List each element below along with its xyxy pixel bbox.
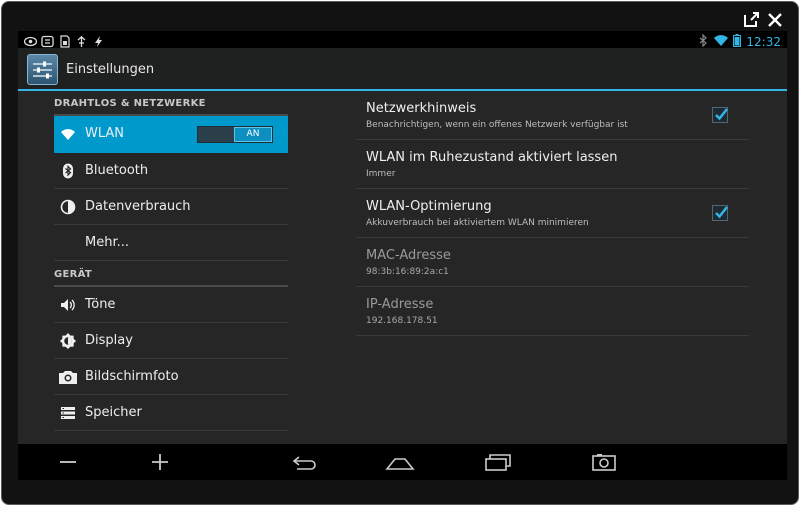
sidebar-item-bluetooth[interactable]: Bluetooth: [54, 153, 288, 189]
sidebar-item-label: Mehr...: [85, 235, 130, 250]
setting-subtitle: 192.168.178.51: [366, 316, 438, 326]
settings-sliders-icon[interactable]: [27, 54, 58, 85]
setting-subtitle: Immer: [366, 169, 396, 179]
navigation-bar: [18, 444, 787, 480]
section-header-wireless: DRAHTLOS & NETZWERKE: [54, 98, 206, 109]
sidebar-item-more[interactable]: Mehr...: [54, 225, 288, 261]
setting-subtitle: Benachrichtigen, wenn ein offenes Netzwe…: [366, 120, 628, 130]
sidebar-item-label: Bluetooth: [85, 163, 149, 178]
setting-subtitle: 98:3b:16:89:2a:c1: [366, 267, 449, 277]
sidebar-item-screenshot[interactable]: Bildschirmfoto: [54, 359, 288, 395]
network-notification-checkbox[interactable]: [712, 107, 728, 123]
page-title: Einstellungen: [66, 62, 155, 77]
speaker-icon: [60, 297, 76, 313]
settings-categories: DRAHTLOS & NETZWERKE WLAN AN Bluetooth D…: [18, 91, 298, 444]
setting-keep-wifi-on-sleep[interactable]: WLAN im Ruhezustand aktiviert lassen Imm…: [356, 140, 749, 189]
checkmark-icon: [715, 108, 728, 121]
sidebar-item-label: Datenverbrauch: [85, 199, 191, 214]
close-icon[interactable]: [765, 10, 785, 30]
wlan-settings-list: Netzwerkhinweis Benachrichtigen, wenn ei…: [356, 91, 756, 444]
wlan-toggle[interactable]: AN: [197, 126, 273, 143]
usb-icon: [75, 33, 88, 47]
sd-card-icon: [58, 33, 71, 48]
checkmark-icon: [715, 206, 728, 219]
home-icon[interactable]: [385, 450, 415, 474]
brightness-icon: [60, 333, 76, 349]
sidebar-item-label: Speicher: [85, 405, 142, 420]
emulator-frame: 12:32 Einstellungen DRAHTLOS & NETZWERKE: [1, 1, 799, 505]
volume-up-icon[interactable]: [150, 450, 170, 474]
sidebar-item-label: Bildschirmfoto: [85, 369, 179, 384]
setting-title: WLAN-Optimierung: [366, 199, 492, 214]
sidebar-item-wlan[interactable]: WLAN AN: [54, 116, 288, 153]
toggle-on-label: AN: [234, 127, 272, 142]
setting-subtitle: Akkuverbrauch bei aktiviertem WLAN minim…: [366, 218, 589, 228]
sidebar-item-data-usage[interactable]: Datenverbrauch: [54, 189, 288, 225]
clock: 12:32: [746, 34, 781, 49]
storage-icon: [60, 405, 76, 421]
sidebar-item-sounds[interactable]: Töne: [54, 287, 288, 323]
wifi-icon: [60, 126, 76, 142]
external-window-icon[interactable]: [741, 10, 761, 30]
data-usage-icon: [60, 199, 76, 215]
sidebar-item-label: WLAN: [85, 126, 125, 141]
status-bar: 12:32: [18, 31, 787, 49]
section-header-device: GERÄT: [54, 269, 93, 280]
eye-icon: [23, 33, 38, 47]
back-icon[interactable]: [291, 450, 319, 474]
setting-title: IP-Adresse: [366, 297, 434, 312]
setting-wifi-optimization[interactable]: WLAN-Optimierung Akkuverbrauch bei aktiv…: [356, 189, 749, 238]
sidebar-item-display[interactable]: Display: [54, 323, 288, 359]
volume-down-icon[interactable]: [58, 450, 78, 474]
screenshot-icon[interactable]: [591, 450, 617, 474]
setting-title: WLAN im Ruhezustand aktiviert lassen: [366, 150, 618, 165]
android-screen: 12:32 Einstellungen DRAHTLOS & NETZWERKE: [18, 31, 787, 480]
setting-network-notification[interactable]: Netzwerkhinweis Benachrichtigen, wenn ei…: [356, 91, 749, 140]
recent-apps-icon[interactable]: [484, 450, 512, 474]
wifi-optimization-checkbox[interactable]: [712, 205, 728, 221]
bluetooth-icon: [60, 163, 76, 179]
sidebar-item-storage[interactable]: Speicher: [54, 395, 288, 431]
action-bar: Einstellungen: [18, 48, 787, 91]
setting-mac-address: MAC-Adresse 98:3b:16:89:2a:c1: [356, 238, 749, 287]
setting-title: Netzwerkhinweis: [366, 101, 477, 116]
setting-ip-address: IP-Adresse 192.168.178.51: [356, 287, 749, 336]
camera-icon: [58, 369, 78, 385]
sync-icon: [41, 33, 54, 48]
flash-icon: [92, 33, 105, 47]
sidebar-item-label: Töne: [85, 297, 116, 312]
sidebar-item-label: Display: [85, 333, 133, 348]
setting-title: MAC-Adresse: [366, 248, 451, 263]
